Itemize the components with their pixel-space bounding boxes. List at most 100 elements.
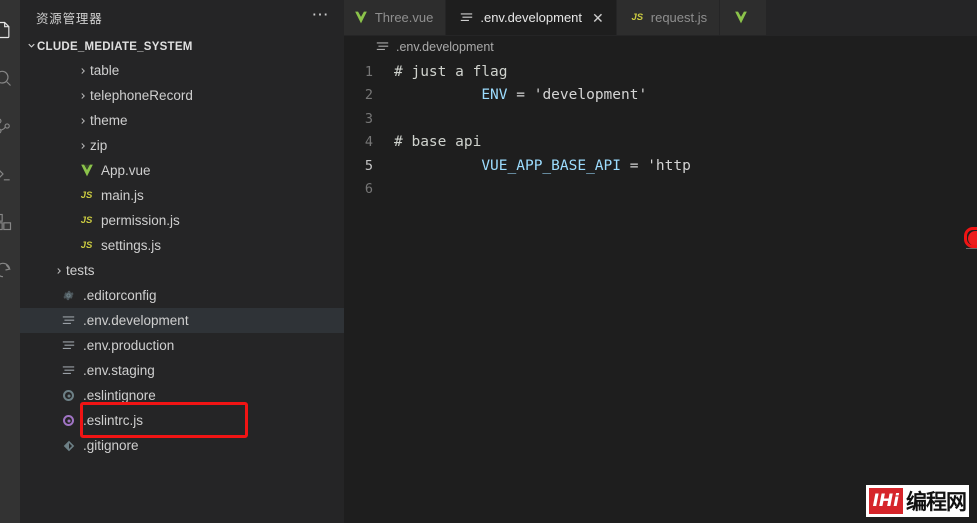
git-file-icon [60, 437, 77, 454]
breadcrumb[interactable]: .env.development [344, 36, 977, 58]
tree-item-label: telephoneRecord [90, 88, 193, 103]
tree-item-main-js[interactable]: JS main.js [20, 183, 344, 208]
tree-item-label: .gitignore [83, 438, 139, 453]
watermark-badge: IHi [868, 488, 903, 514]
sidebar-header: 资源管理器 ⋯ [20, 0, 344, 35]
env-file-icon [60, 312, 77, 329]
run-and-debug-icon[interactable] [0, 150, 20, 198]
line-number: 6 [364, 181, 373, 198]
line-number: 5 [364, 157, 373, 174]
close-icon[interactable]: ✕ [592, 11, 604, 25]
gear-icon [60, 287, 77, 304]
code-token: ENV [481, 87, 508, 104]
tree-item-table[interactable]: table [20, 58, 344, 83]
js-file-icon: JS [80, 190, 93, 201]
js-file-icon: JS [80, 215, 93, 226]
env-file-icon [458, 9, 475, 26]
code-token: = [507, 87, 534, 104]
line-number: 1 [364, 63, 373, 80]
workspace-root-label: CLUDE_MEDIATE_SYSTEM [37, 40, 193, 53]
tree-item-editorconfig[interactable]: .editorconfig [20, 283, 344, 308]
js-file-icon: JS [80, 240, 93, 251]
chevron-right-icon [52, 266, 66, 276]
tree-item-label: permission.js [101, 213, 180, 228]
tree-item-label: settings.js [101, 238, 162, 253]
sidebar-title: 资源管理器 [36, 12, 103, 26]
explorer-icon[interactable] [0, 6, 20, 54]
code-line: 5 VUE_APP_BASE_API = 'http om' [344, 154, 977, 178]
tree-item-env-staging[interactable]: .env.staging [20, 358, 344, 383]
explorer-sidebar: 资源管理器 ⋯ CLUDE_MEDIATE_SYSTEM table telep… [20, 0, 344, 523]
chevron-down-icon [26, 40, 37, 54]
env-file-icon [60, 362, 77, 379]
line-number: 2 [364, 87, 373, 104]
more-actions-icon[interactable]: ⋯ [312, 6, 335, 23]
tree-item-label: theme [90, 113, 128, 128]
chevron-right-icon [76, 91, 90, 101]
tree-item-label: .env.development [83, 313, 189, 328]
tree-item-settings-js[interactable]: JS settings.js [20, 233, 344, 258]
tree-item-label: tests [66, 263, 95, 278]
tab-bar[interactable]: o.vue Three.vue .env.development ✕ JS re… [344, 0, 977, 36]
url-redaction-annotation [964, 227, 977, 248]
tree-item-telephoneRecord[interactable]: telephoneRecord [20, 83, 344, 108]
tree-item-label: .editorconfig [83, 288, 157, 303]
tree-item-permission-js[interactable]: JS permission.js [20, 208, 344, 233]
tab-env-development[interactable]: .env.development ✕ [446, 0, 617, 35]
tree-item-tests[interactable]: tests [20, 258, 344, 283]
redaction-outline [964, 227, 977, 248]
tab-request-js[interactable]: JS request.js [616, 0, 721, 35]
eslint-config-icon [60, 412, 77, 429]
tree-item-label: App.vue [101, 163, 151, 178]
eslint-ignore-icon [60, 387, 77, 404]
code-token: VUE_APP_BASE_API [481, 157, 621, 174]
tab-label: request.js [650, 10, 708, 25]
vue-file-icon [78, 162, 95, 179]
tree-item-label: main.js [101, 188, 144, 203]
code-token: 'development' [533, 87, 648, 104]
breadcrumb-label: .env.development [396, 40, 494, 54]
search-icon[interactable] [0, 54, 20, 102]
tree-item-label: .env.staging [83, 363, 155, 378]
tree-item-theme[interactable]: theme [20, 108, 344, 133]
file-tree[interactable]: table telephoneRecord theme zip App.vue … [20, 58, 344, 523]
js-file-icon: JS [631, 12, 644, 23]
tree-item-gitignore[interactable]: .gitignore [20, 433, 344, 458]
code-editor[interactable]: 1 # just a flag 2 ENV = 'development' 3 … [344, 58, 977, 523]
tree-item-label: table [90, 63, 120, 78]
activity-bar [0, 0, 20, 523]
code-token: = [621, 157, 648, 174]
redaction-bar [968, 231, 977, 246]
vue-file-icon [353, 9, 370, 26]
tree-item-app-vue[interactable]: App.vue [20, 158, 344, 183]
chevron-right-icon [76, 66, 90, 76]
tree-item-env-development[interactable]: .env.development [20, 308, 344, 333]
vscode-window: 资源管理器 ⋯ CLUDE_MEDIATE_SYSTEM table telep… [0, 0, 977, 523]
chevron-right-icon [76, 116, 90, 126]
editor-group: o.vue Three.vue .env.development ✕ JS re… [344, 0, 977, 523]
tab-three-vue[interactable]: Three.vue [344, 0, 447, 35]
watermark: IHi 编程网 [865, 485, 969, 517]
tab-label: Three.vue [374, 10, 434, 25]
code-token-redacted [691, 158, 977, 174]
vue-file-icon [732, 9, 749, 26]
tab-label: .env.development [480, 10, 583, 25]
extensions-icon[interactable] [0, 198, 20, 246]
remote-explorer-icon[interactable] [0, 246, 20, 294]
env-file-icon [374, 39, 391, 56]
url-underline [966, 248, 977, 249]
code-token: 'http [647, 157, 691, 174]
tree-item-eslintignore[interactable]: .eslintignore [20, 383, 344, 408]
tree-item-eslintrc-js[interactable]: .eslintrc.js [20, 408, 344, 433]
tree-item-label: zip [90, 138, 108, 153]
source-control-icon[interactable] [0, 102, 20, 150]
watermark-text: 编程网 [906, 490, 967, 514]
tree-item-label: .eslintignore [83, 388, 156, 403]
tree-item-zip[interactable]: zip [20, 133, 344, 158]
tree-item-label: .eslintrc.js [83, 413, 144, 428]
chevron-right-icon [76, 141, 90, 151]
tab-partial-vue[interactable] [720, 0, 768, 35]
workspace-root-row[interactable]: CLUDE_MEDIATE_SYSTEM [20, 35, 344, 58]
tree-item-env-production[interactable]: .env.production [20, 333, 344, 358]
env-file-icon [60, 337, 77, 354]
